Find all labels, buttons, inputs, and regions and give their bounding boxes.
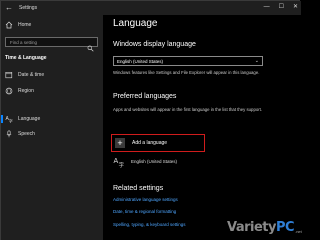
minimize-icon[interactable]: — [264,3,270,12]
watermark-suffix: .net [295,228,302,234]
watermark-text: VarietyPC [227,219,295,235]
sidebar-item-date-time[interactable]: Date & time [5,70,44,80]
language-list-item[interactable]: A字 English (United States) [113,155,178,169]
sidebar-item-label: Date & time [18,72,45,78]
sidebar-item-home[interactable]: Home [5,20,31,30]
language-pack-icon: A字 [113,155,125,169]
svg-text:字: 字 [9,118,13,124]
sidebar-item-speech[interactable]: Speech [5,129,35,139]
back-arrow-icon[interactable]: ← [5,3,13,13]
add-language-button[interactable]: + Add a language [111,134,205,152]
home-icon [5,21,13,29]
sidebar-item-label: Speech [18,131,35,137]
sidebar-item-label: Home [18,22,32,28]
globe-icon [5,87,13,95]
search-input[interactable]: Find a setting [5,37,98,52]
plus-icon: + [115,138,125,148]
calendar-clock-icon [5,71,13,79]
date-time-regional-link[interactable]: Date, time & regional formatting [113,209,176,214]
display-language-value: English (United States) [117,59,164,64]
close-icon[interactable]: ✕ [293,3,298,12]
window-title: Settings [19,5,38,11]
sidebar-item-region[interactable]: Region [5,86,34,96]
section-title: Time & Language [5,55,47,61]
admin-language-settings-link[interactable]: Administrative language settings [113,197,178,202]
watermark-logo: VarietyPC .net [227,217,302,237]
sidebar-item-label: Region [18,88,34,94]
related-settings-heading: Related settings [113,185,164,192]
page-title: Language [113,18,158,29]
settings-window: ← Settings — ☐ ✕ Home Find a setting Tim… [0,0,302,240]
maximize-icon[interactable]: ☐ [279,3,284,12]
active-indicator [1,115,3,123]
add-language-label: Add a language [132,140,168,146]
svg-text:字: 字 [119,161,125,168]
spelling-typing-keyboard-link[interactable]: Spelling, typing, & keyboard settings [113,222,186,227]
sidebar: Home Find a setting Time & Language Date… [1,15,103,240]
display-language-heading: Windows display language [113,41,196,48]
sidebar-item-language[interactable]: A字 Language [5,114,41,124]
display-language-select[interactable]: English (United States) ⌄ [113,56,263,66]
language-icon: A字 [5,115,13,123]
search-icon[interactable] [87,39,94,57]
window-controls: — ☐ ✕ [264,3,298,12]
main-content: Language Windows display language Englis… [103,15,301,240]
sidebar-item-label: Language [18,116,41,122]
title-bar: ← Settings — ☐ ✕ [1,1,301,15]
preferred-languages-note: Apps and websites will appear in the fir… [113,107,263,112]
chevron-down-icon: ⌄ [254,58,259,64]
language-name: English (United States) [131,158,178,164]
microphone-icon [5,130,13,138]
search-placeholder: Find a setting [10,40,38,45]
display-language-note: Windows features like Settings and File … [113,70,260,75]
preferred-languages-heading: Preferred languages [113,93,177,100]
